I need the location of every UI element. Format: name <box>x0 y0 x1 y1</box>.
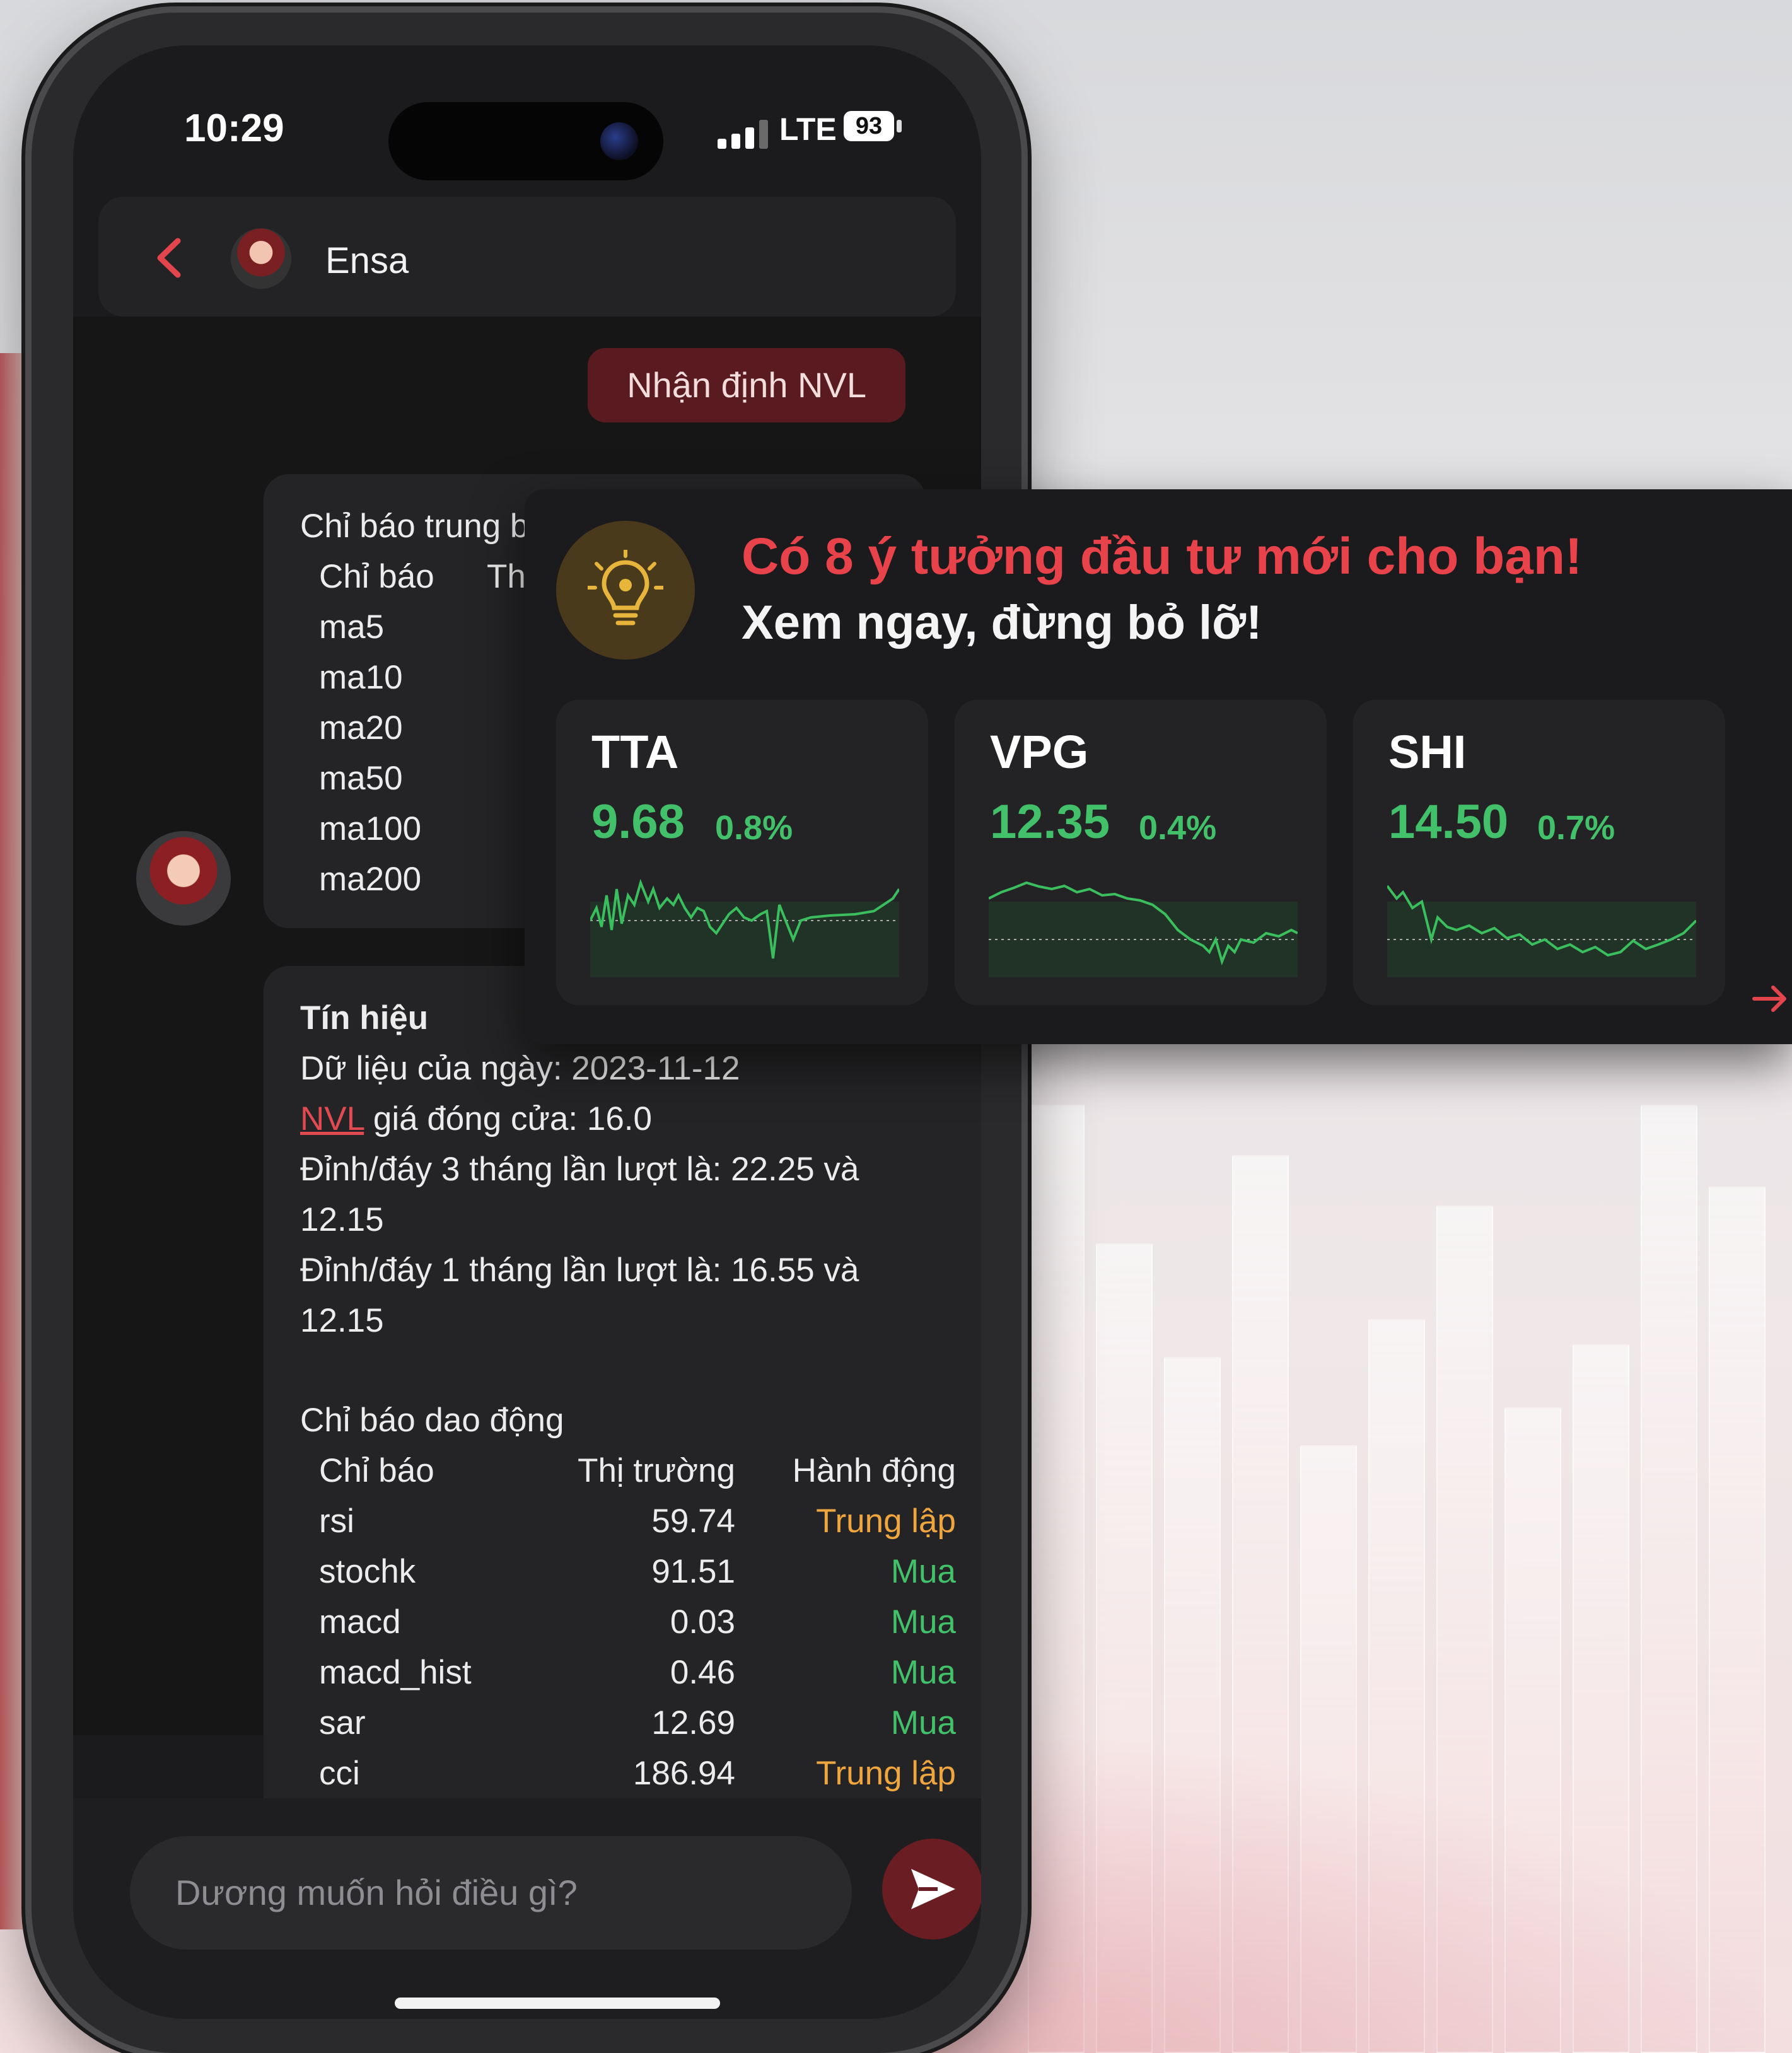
network-label: LTE <box>779 112 837 147</box>
sparkline-chart <box>1387 885 1696 977</box>
home-indicator <box>395 1998 720 2009</box>
battery-icon: 93 <box>844 111 894 141</box>
lightbulb-icon <box>556 521 695 660</box>
status-bar: 10:29 LTE 93 <box>73 45 981 190</box>
arrow-right-icon[interactable] <box>1750 979 1791 1019</box>
message-input[interactable]: Dương muốn hỏi điều gì? <box>130 1836 852 1950</box>
table-row: ma10 <box>319 659 403 696</box>
indicator-value: 186.94 <box>632 1755 735 1792</box>
indicator-name: rsi <box>319 1503 354 1540</box>
camera-icon <box>600 122 638 160</box>
chat-header: Ensa <box>98 197 956 317</box>
data-date: Dữ liệu của ngày: 2023-11-12 <box>300 1050 740 1087</box>
table-row: ma50 <box>319 760 403 797</box>
investment-ideas-card[interactable]: Có 8 ý tưởng đầu tư mới cho bạn! Xem nga… <box>525 489 1792 1044</box>
ideas-subtitle: Xem ngay, đừng bỏ lỡ! <box>742 596 1262 649</box>
signal-icon <box>718 120 769 149</box>
oscillator-row: sar 12.69 Mua <box>319 1704 956 1754</box>
user-message-bubble: Nhận định NVL <box>588 348 905 422</box>
stock-price: 12.35 <box>990 795 1110 849</box>
indicator-value: 12.69 <box>651 1704 735 1742</box>
bot-message-signal: Tín hiệu Dữ liệu của ngày: 2023-11-12 NV… <box>264 966 981 1849</box>
bot-avatar <box>136 831 231 926</box>
three-month-range: Đỉnh/đáy 3 tháng lần lượt là: 22.25 và <box>300 1151 859 1188</box>
table-row: ma20 <box>319 709 403 747</box>
indicator-name: macd_hist <box>319 1654 472 1691</box>
close-price-line: NVL giá đóng cửa: 16.0 <box>300 1100 653 1137</box>
send-icon <box>911 1869 955 1909</box>
oscillator-row: cci 186.94 Trung lập <box>319 1754 956 1805</box>
indicator-name: macd <box>319 1603 401 1641</box>
indicator-name: cci <box>319 1755 360 1792</box>
avatar[interactable] <box>231 228 291 289</box>
one-month-range-cont: 12.15 <box>300 1302 384 1339</box>
battery-tip <box>897 120 902 132</box>
stock-price: 9.68 <box>591 795 685 849</box>
oscillator-row: rsi 59.74 Trung lập <box>319 1502 956 1552</box>
stock-change: 0.7% <box>1537 809 1615 847</box>
stock-ticker: SHI <box>1388 726 1467 778</box>
input-bar: Dương muốn hỏi điều gì? <box>73 1798 981 2019</box>
table-row: ma5 <box>319 608 385 646</box>
indicator-action: Mua <box>890 1654 956 1691</box>
oscillator-header-row: Chỉ báo Thị trường Hành động <box>319 1452 956 1489</box>
one-month-range: Đỉnh/đáy 1 tháng lần lượt là: 16.55 và <box>300 1252 859 1289</box>
indicator-name: sar <box>319 1704 366 1742</box>
oscillator-row: macd_hist 0.46 Mua <box>319 1653 956 1704</box>
indicator-value: 0.46 <box>670 1654 735 1691</box>
signal-title: Tín hiệu <box>300 999 429 1037</box>
stock-card-vpg[interactable]: VPG 12.35 0.4% <box>955 700 1327 1005</box>
table-row: ma200 <box>319 861 422 898</box>
stock-change: 0.4% <box>1139 809 1217 847</box>
indicator-value: 59.74 <box>651 1503 735 1540</box>
indicator-value: 91.51 <box>651 1553 735 1590</box>
indicator-action: Mua <box>890 1603 956 1641</box>
oscillator-title: Chỉ báo dao động <box>300 1402 564 1439</box>
stock-card-tta[interactable]: TTA 9.68 0.8% <box>556 700 928 1005</box>
oscillator-row: macd 0.03 Mua <box>319 1603 956 1653</box>
dynamic-island <box>388 102 663 180</box>
ticker-link[interactable]: NVL <box>300 1100 364 1137</box>
table-row: ma100 <box>319 810 422 847</box>
back-icon[interactable] <box>149 236 193 280</box>
stock-card-shi[interactable]: SHI 14.50 0.7% <box>1353 700 1725 1005</box>
stock-ticker: TTA <box>591 726 679 778</box>
indicator-action: Trung lập <box>816 1755 956 1792</box>
indicator-action: Trung lập <box>816 1503 956 1540</box>
indicator-name: stochk <box>319 1553 416 1590</box>
three-month-range-cont: 12.15 <box>300 1201 384 1238</box>
oscillator-row: stochk 91.51 Mua <box>319 1552 956 1603</box>
stock-change: 0.8% <box>715 809 793 847</box>
stock-price: 14.50 <box>1388 795 1509 849</box>
ideas-title: Có 8 ý tưởng đầu tư mới cho bạn! <box>742 528 1583 585</box>
chat-title: Ensa <box>325 240 409 281</box>
sparkline-chart <box>590 878 899 977</box>
stock-ticker: VPG <box>990 726 1089 778</box>
indicator-action: Mua <box>890 1553 956 1590</box>
indicator-action: Mua <box>890 1704 956 1742</box>
indicator-value: 0.03 <box>670 1603 735 1641</box>
column-header-indicator: Chỉ báo <box>319 558 434 595</box>
status-time: 10:29 <box>184 107 284 150</box>
send-button[interactable] <box>882 1839 981 1940</box>
sparkline-chart <box>989 881 1298 977</box>
